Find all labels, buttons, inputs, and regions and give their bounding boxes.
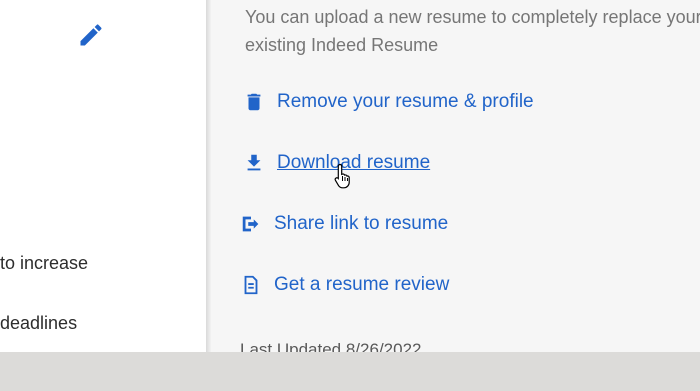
edit-button[interactable]: [77, 21, 105, 49]
upload-intro-text: You can upload a new resume to completel…: [245, 7, 700, 55]
remove-resume-link[interactable]: Remove your resume & profile: [243, 91, 534, 113]
pencil-icon: [80, 24, 102, 46]
resume-review-label: Get a resume review: [274, 274, 450, 295]
document-icon: [240, 274, 262, 296]
resume-actions-panel: You can upload a new resume to completel…: [211, 0, 700, 352]
bottom-bar: [0, 352, 700, 391]
trash-icon: [243, 91, 265, 113]
share-resume-link[interactable]: Share link to resume: [240, 213, 448, 235]
left-panel: to increase deadlines: [0, 0, 206, 352]
last-updated-text: Last Updated 8/26/2022: [240, 340, 422, 352]
download-resume-label: Download resume: [277, 152, 431, 173]
download-resume-link[interactable]: Download resume: [243, 152, 430, 174]
download-icon: [243, 152, 265, 174]
remove-resume-label: Remove your resume & profile: [277, 91, 534, 112]
share-icon: [240, 213, 262, 235]
left-text-line-2: deadlines: [0, 313, 78, 333]
share-resume-label: Share link to resume: [274, 213, 449, 234]
resume-review-link[interactable]: Get a resume review: [240, 274, 449, 296]
resume-page: to increase deadlines You can upload a n…: [0, 0, 700, 352]
left-text-line-1: to increase: [0, 253, 89, 273]
